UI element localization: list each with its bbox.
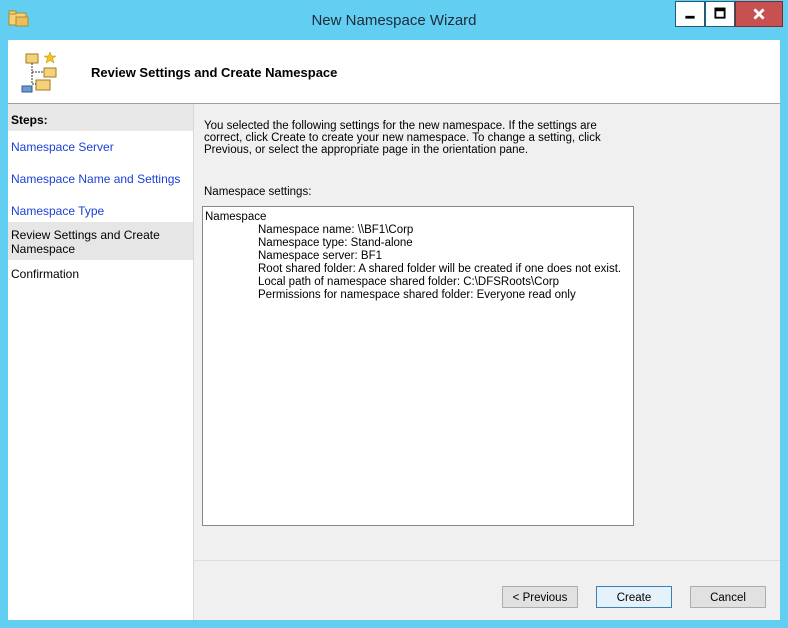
maximize-button[interactable] <box>705 1 735 27</box>
settings-label: Namespace settings: <box>204 186 312 198</box>
wizard-footer: < Previous Create Cancel <box>194 560 780 621</box>
steps-heading: Steps: <box>8 104 193 131</box>
title-bar[interactable]: New Namespace Wizard <box>0 0 788 40</box>
namespace-tree-icon <box>21 51 57 93</box>
window-title: New Namespace Wizard <box>311 12 477 29</box>
settings-summary-box[interactable]: Namespace Namespace name: \\BF1\Corp Nam… <box>202 206 634 526</box>
wizard-content: You selected the following settings for … <box>194 104 780 620</box>
wizard-window: New Namespace Wizard Review Settings and… <box>0 0 788 628</box>
minimize-icon <box>685 15 695 19</box>
minimize-button[interactable] <box>675 1 705 27</box>
maximize-icon <box>714 7 726 19</box>
instructions-text: You selected the following settings for … <box>204 120 601 156</box>
cancel-button[interactable]: Cancel <box>690 586 766 608</box>
setting-namespace-type: Namespace type: Stand-alone <box>258 237 413 249</box>
setting-namespace-name: Namespace name: \\BF1\Corp <box>258 224 414 236</box>
setting-permissions: Permissions for namespace shared folder:… <box>258 289 576 301</box>
wizard-header: Review Settings and Create Namespace <box>8 40 780 104</box>
previous-button[interactable]: < Previous <box>502 586 578 608</box>
close-icon <box>753 8 765 20</box>
setting-local-path: Local path of namespace shared folder: C… <box>258 276 560 288</box>
step-confirmation: Confirmation <box>11 267 80 281</box>
close-button[interactable] <box>735 1 783 27</box>
create-button[interactable]: Create <box>596 586 672 608</box>
step-namespace-name-and-settings[interactable]: Namespace Name and Settings <box>8 172 193 186</box>
settings-heading: Namespace <box>205 211 267 223</box>
setting-root-shared-folder: Root shared folder: A shared folder will… <box>258 263 622 275</box>
step-namespace-server[interactable]: Namespace Server <box>8 140 193 154</box>
step-review-settings: Review Settings and Create Namespace <box>8 222 193 260</box>
step-namespace-type[interactable]: Namespace Type <box>8 204 193 218</box>
setting-namespace-server: Namespace server: BF1 <box>258 250 382 262</box>
wizard-client-area: Review Settings and Create Namespace Ste… <box>8 40 780 620</box>
steps-pane: Steps: Namespace Server Namespace Name a… <box>8 104 194 620</box>
page-title: Review Settings and Create Namespace <box>91 65 338 80</box>
